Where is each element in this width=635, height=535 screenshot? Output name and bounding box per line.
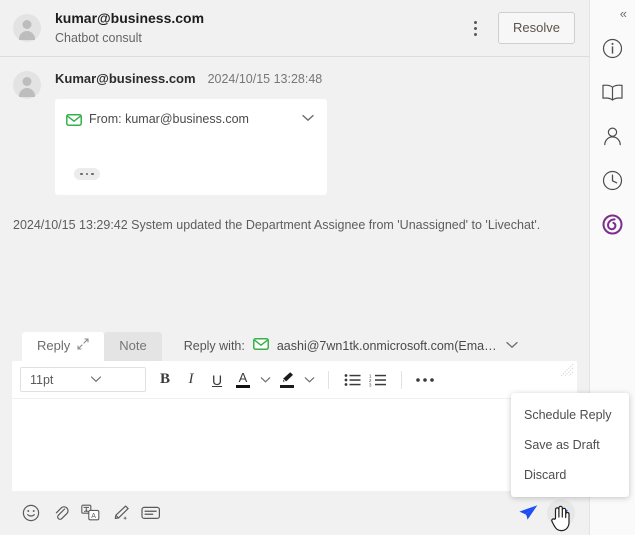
message-editor-input[interactable] [12, 399, 577, 491]
send-options-menu: Schedule Reply Save as Draft Discard [511, 393, 629, 497]
tab-reply-label: Reply [37, 338, 71, 353]
ellipsis-horizontal-icon[interactable] [412, 367, 438, 393]
person-icon[interactable] [591, 114, 635, 158]
toolbar-divider-2 [401, 370, 402, 389]
conversation-header: kumar@business.com Chatbot consult Resol… [0, 0, 589, 57]
chevron-down-icon[interactable] [301, 110, 315, 128]
message-avatar [13, 71, 41, 99]
info-circle-icon[interactable] [591, 26, 635, 70]
italic-button[interactable]: I [178, 367, 204, 393]
highlight-caret-icon[interactable] [300, 367, 318, 393]
send-paper-plane-icon[interactable] [513, 500, 543, 526]
menu-item-discard[interactable]: Discard [511, 460, 629, 490]
tab-note[interactable]: Note [104, 332, 162, 361]
avatar [13, 14, 41, 42]
header-texts: kumar@business.com Chatbot consult [55, 10, 464, 47]
app-root: kumar@business.com Chatbot consult Resol… [0, 0, 635, 535]
resolve-button[interactable]: Resolve [498, 12, 575, 44]
email-from-row: From: kumar@business.com [66, 110, 315, 128]
purple-swirl-logo-icon[interactable] [591, 202, 635, 246]
envelope-icon [252, 337, 269, 355]
conversation-body: Kumar@business.com 2024/10/15 13:28:48 F… [0, 57, 589, 331]
kebab-menu-icon[interactable] [464, 15, 486, 41]
email-from-text: From: kumar@business.com [89, 112, 249, 126]
font-color-swatch [236, 384, 250, 388]
bullet-list-icon[interactable] [339, 367, 365, 393]
numbered-list-icon[interactable]: 1 2 3 [365, 367, 391, 393]
page-title: kumar@business.com [55, 9, 205, 26]
font-color-caret-icon[interactable] [256, 367, 274, 393]
font-size-select[interactable]: 11pt [20, 367, 146, 392]
expand-diagonal-icon[interactable] [77, 338, 89, 354]
composer-tabs: Reply Note Reply with: aashi@7wn1tk.onmi… [10, 331, 579, 361]
resize-grip-icon[interactable] [560, 363, 574, 377]
emoji-icon[interactable] [16, 500, 46, 526]
message-meta: Kumar@business.com 2024/10/15 13:28:48 [55, 71, 575, 91]
canned-response-icon[interactable] [136, 500, 166, 526]
menu-item-schedule-reply[interactable]: Schedule Reply [511, 400, 629, 430]
send-options-button[interactable] [547, 499, 575, 527]
attachment-paperclip-icon[interactable] [46, 500, 76, 526]
toolbar-divider [328, 370, 329, 389]
chevron-down-icon [90, 373, 138, 387]
translate-icon[interactable]: A [76, 500, 106, 526]
message-timestamp: 2024/10/15 13:28:48 [207, 72, 323, 86]
system-event-text: 2024/10/15 13:29:42 System updated the D… [13, 218, 541, 232]
menu-item-save-as-draft[interactable]: Save as Draft [511, 430, 629, 460]
message-sender: Kumar@business.com [55, 71, 196, 86]
composer-bottom-bar: A [0, 491, 589, 535]
tab-reply[interactable]: Reply [22, 332, 105, 361]
email-message-card[interactable]: From: kumar@business.com [55, 99, 327, 195]
book-icon[interactable] [591, 70, 635, 114]
highlight-color-swatch [280, 385, 294, 388]
conversation-pane: kumar@business.com Chatbot consult Resol… [0, 0, 629, 535]
reply-with-selector[interactable]: Reply with: aashi@7wn1tk.onmicrosoft.com… [184, 337, 519, 361]
message-content: Kumar@business.com 2024/10/15 13:28:48 F… [55, 71, 575, 195]
message-item: Kumar@business.com 2024/10/15 13:28:48 F… [13, 71, 575, 195]
bold-button[interactable]: B [152, 367, 178, 393]
svg-text:A: A [91, 513, 96, 520]
svg-text:3: 3 [369, 382, 372, 387]
envelope-icon [66, 113, 82, 126]
reply-with-value: aashi@7wn1tk.onmicrosoft.com(Ema… [276, 339, 497, 353]
font-color-button[interactable]: A [230, 367, 256, 393]
clock-history-icon[interactable] [591, 158, 635, 202]
collapse-left-chevrons-icon[interactable]: « [590, 0, 635, 26]
chevron-down-icon[interactable] [505, 337, 519, 355]
font-size-value: 11pt [30, 372, 54, 387]
reply-with-label: Reply with: [183, 339, 245, 353]
highlighter-pen-icon[interactable] [274, 367, 300, 393]
underline-button[interactable]: U [204, 367, 230, 393]
editor-box: 11pt B I U A 1 2 3 [12, 361, 577, 491]
composer: Reply Note Reply with: aashi@7wn1tk.onmi… [0, 331, 589, 491]
ellipsis-pill-icon[interactable] [74, 168, 100, 180]
font-color-letter: A [238, 369, 248, 385]
ai-magic-pen-icon[interactable] [106, 500, 136, 526]
formatting-toolbar: 11pt B I U A 1 2 3 [12, 361, 577, 399]
header-subtitle: Chatbot consult [55, 30, 142, 45]
